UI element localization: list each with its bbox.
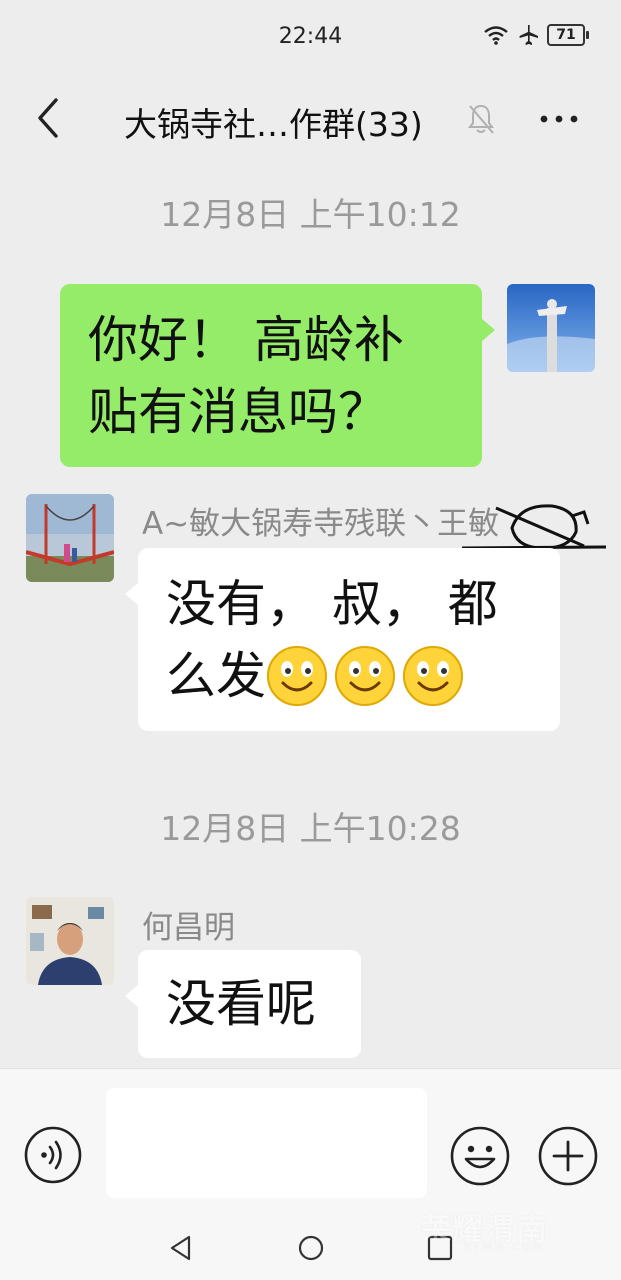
message-timestamp: 12月8日 上午10:28 xyxy=(160,809,461,848)
input-bar xyxy=(0,1068,621,1209)
sender-name: 何昌明 xyxy=(142,910,235,946)
message-text-line: 贴有消息吗？ xyxy=(88,383,388,441)
nav-back-icon[interactable] xyxy=(167,1234,195,1262)
member-message-bubble[interactable]: 没看呢 xyxy=(125,950,361,1058)
my-message-bubble[interactable]: 你好！ 高龄补 贴有消息吗？ xyxy=(60,284,495,467)
message-input[interactable] xyxy=(106,1088,427,1198)
chat-title[interactable]: 大锅寺社…作群(33) xyxy=(124,98,423,146)
emoji-icon[interactable] xyxy=(450,1126,510,1186)
smile-emoji-icon xyxy=(403,645,463,706)
watermark-logo: 荣耀渭南 RYWN.COM xyxy=(420,1204,590,1254)
message-timestamp: 12月8日 上午10:12 xyxy=(160,195,461,234)
member-message-bubble[interactable]: 没有， 叔， 都 么发 xyxy=(125,548,560,731)
voice-icon[interactable] xyxy=(24,1126,82,1184)
mute-bell-icon xyxy=(468,104,494,134)
message-text-line: 没看呢 xyxy=(166,975,316,1033)
message-text-line: 没有， 叔， 都 xyxy=(166,575,498,633)
status-bar: 22:44 71 xyxy=(0,0,621,72)
chat-header: 大锅寺社…作群(33) xyxy=(0,72,621,164)
member-avatar[interactable] xyxy=(26,897,114,985)
wifi-icon xyxy=(484,26,508,45)
smile-emoji-icon xyxy=(335,645,395,706)
watermark-subtext: RYWN.COM xyxy=(464,1242,545,1253)
airplane-icon xyxy=(519,25,538,45)
smile-emoji-icon xyxy=(267,645,327,706)
back-arrow-icon[interactable] xyxy=(28,94,68,142)
member-avatar[interactable] xyxy=(26,494,114,582)
message-text: 么发 xyxy=(166,647,266,705)
battery-level: 71 xyxy=(556,27,576,43)
status-icons: 71 xyxy=(483,24,589,46)
nav-home-icon[interactable] xyxy=(297,1234,325,1262)
more-icon[interactable] xyxy=(536,102,582,136)
message-text-line: 你好！ 高龄补 xyxy=(88,311,404,369)
message-text-line: 么发 xyxy=(166,640,532,712)
battery-icon: 71 xyxy=(547,24,589,46)
plus-icon[interactable] xyxy=(538,1126,598,1186)
my-avatar[interactable] xyxy=(507,284,595,372)
sender-name: A~敏大锅寿寺残联丶王敏 xyxy=(142,506,500,542)
